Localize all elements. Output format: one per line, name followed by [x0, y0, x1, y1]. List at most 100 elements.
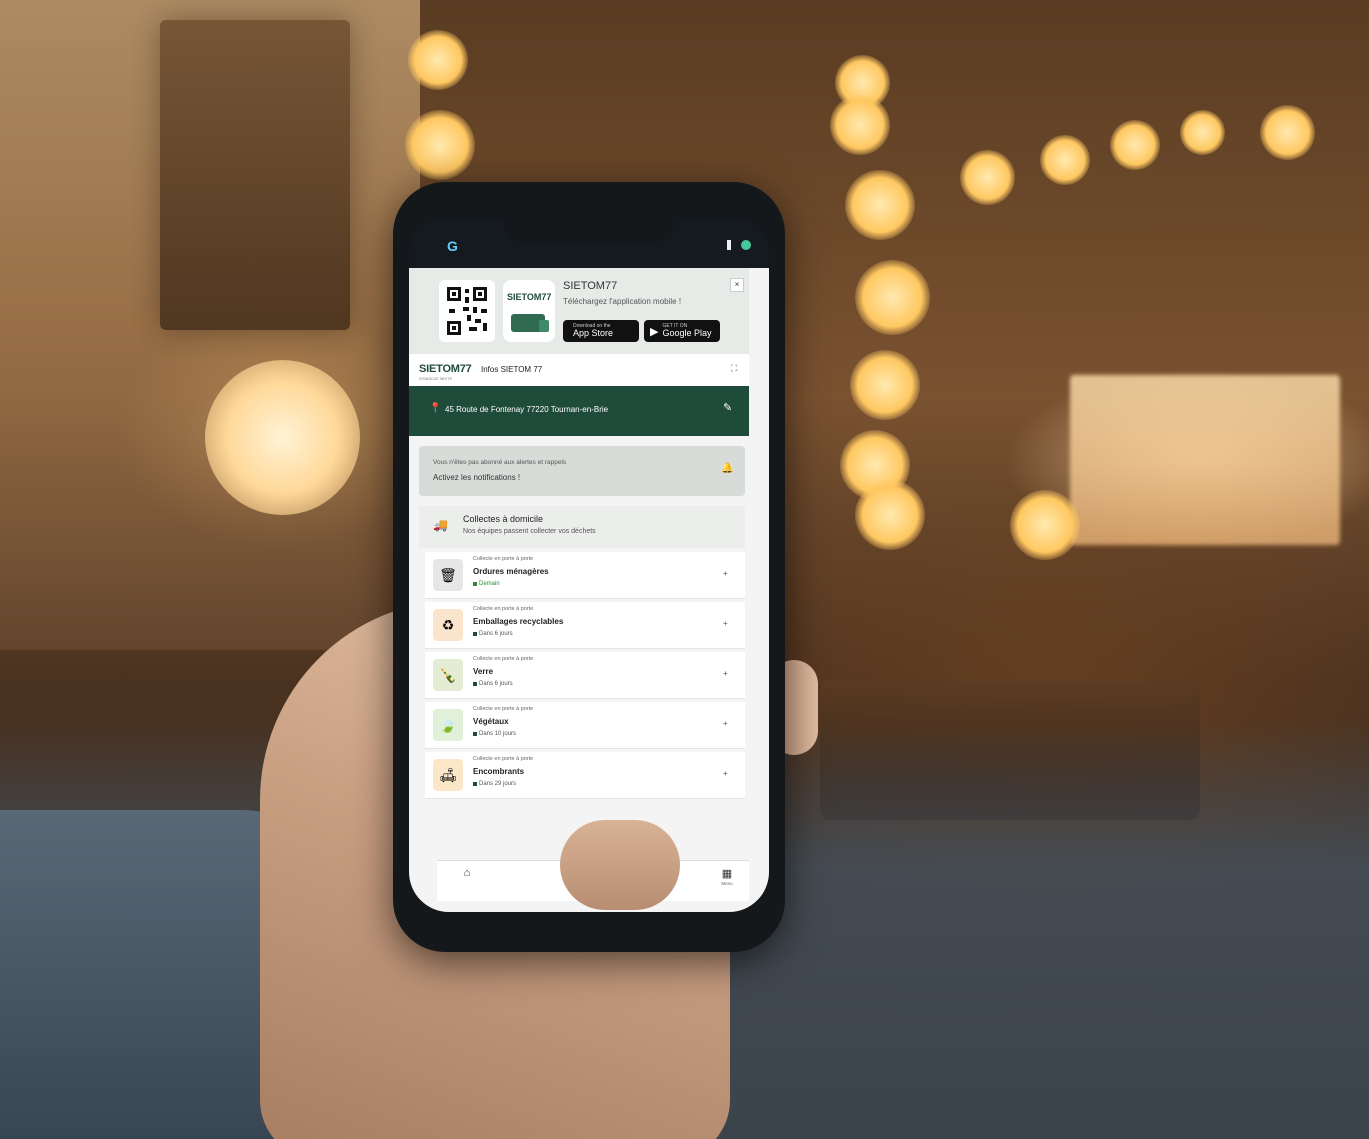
- collection-when: Dans 6 jours: [473, 631, 513, 637]
- collection-when-text: Demain: [479, 581, 500, 587]
- couch-icon: 🛋: [433, 759, 463, 791]
- status-bar: G: [409, 218, 769, 268]
- add-to-calendar-icon[interactable]: +: [723, 769, 728, 778]
- string-light: [850, 350, 920, 420]
- address-bar[interactable]: 📍 45 Route de Fontenay 77220 Tournan-en-…: [409, 386, 749, 436]
- string-light: [405, 110, 475, 180]
- brand-logo[interactable]: SIETOM77: [419, 363, 472, 375]
- collection-kicker: Collecte en porte à porte: [473, 706, 534, 712]
- status-square: [473, 732, 477, 736]
- phone-screen: G SIETOM77 SIETOM77 Téléchargez l'applic…: [409, 218, 769, 912]
- app-header: SIETOM77 SYNDICAT MIXTE Infos SIETOM 77 …: [409, 354, 749, 387]
- string-light: [855, 480, 925, 550]
- notification-prompt[interactable]: Vous n'êtes pas abonné aux alertes et ra…: [419, 446, 745, 496]
- app-store-label: Download on the App Store: [573, 324, 613, 338]
- status-app-icon: G: [447, 238, 458, 254]
- qr-code: [439, 280, 495, 342]
- collection-item[interactable]: 🗑 Collecte en porte à porte Ordures ménagè…: [425, 552, 745, 599]
- collection-when: Dans 6 jours: [473, 681, 513, 687]
- close-banner-button[interactable]: ×: [730, 278, 744, 292]
- add-to-calendar-icon[interactable]: +: [723, 669, 728, 678]
- section-title: Collectes à domicile: [463, 514, 544, 524]
- add-to-calendar-icon[interactable]: +: [723, 719, 728, 728]
- collection-when-text: Dans 10 jours: [479, 731, 517, 737]
- string-light: [845, 170, 915, 240]
- home-icon: ⌂: [463, 867, 471, 879]
- battery-icon: [727, 240, 731, 250]
- fullscreen-icon[interactable]: ⛶: [731, 363, 737, 374]
- string-light: [1010, 490, 1080, 560]
- collection-kicker: Collecte en porte à porte: [473, 656, 534, 662]
- app-download-banner: SIETOM77 SIETOM77 Téléchargez l'applicat…: [409, 268, 749, 354]
- google-play-button[interactable]: ▶ GET IT ON Google Play: [644, 320, 720, 342]
- app-viewport: SIETOM77 SIETOM77 Téléchargez l'applicat…: [409, 268, 769, 912]
- add-to-calendar-icon[interactable]: +: [723, 569, 728, 578]
- bell-icon[interactable]: 🔔: [721, 463, 733, 474]
- enable-notifications-link[interactable]: Activez les notifications !: [433, 473, 520, 482]
- add-to-calendar-icon[interactable]: +: [723, 619, 728, 628]
- google-play-big: Google Play: [662, 328, 712, 338]
- tab-menu-grid[interactable]: ▦ Menu: [707, 867, 747, 886]
- collection-kicker: Collecte en porte à porte: [473, 606, 534, 612]
- collection-title: Encombrants: [473, 767, 525, 776]
- collection-title: Végétaux: [473, 717, 509, 726]
- string-light: [408, 30, 468, 90]
- string-light: [1040, 135, 1090, 185]
- collection-when: Dans 29 jours: [473, 781, 516, 787]
- collection-title: Verre: [473, 667, 494, 676]
- status-square: [473, 682, 477, 686]
- collection-when: Dans 10 jours: [473, 731, 516, 737]
- section-subtitle: Nos équipes passent collecter vos déchet…: [463, 528, 596, 535]
- string-light: [1260, 105, 1315, 160]
- status-square: [473, 582, 477, 586]
- string-light: [1180, 110, 1225, 155]
- qr-code-icon: [445, 285, 489, 337]
- truck-icon: 🚚: [433, 518, 448, 532]
- status-square: [473, 632, 477, 636]
- wall-painting: [160, 20, 350, 330]
- banner-subtitle: Téléchargez l'application mobile !: [563, 297, 682, 306]
- recycle-icon: ♻: [433, 609, 463, 641]
- string-light: [960, 150, 1015, 205]
- collection-when-text: Dans 29 jours: [479, 781, 517, 787]
- notch: [504, 218, 674, 242]
- collection-item[interactable]: 🍃 Collecte en porte à porte Végétaux Dans 1…: [425, 702, 745, 749]
- banner-app-name: SIETOM77: [563, 280, 618, 292]
- menu-grid-icon: ▦: [721, 868, 733, 880]
- app-store-big: App Store: [573, 328, 614, 338]
- collection-item[interactable]: 🍾 Collecte en porte à porte Verre Dans 6 jo…: [425, 652, 745, 699]
- collection-title: Emballages recyclables: [473, 617, 564, 626]
- bottle-icon: 🍾: [433, 659, 463, 691]
- notification-message: Vous n'êtes pas abonné aux alertes et ra…: [433, 459, 567, 466]
- section-header: 🚚 Collectes à domicile Nos équipes passe…: [419, 506, 745, 548]
- status-square: [473, 782, 477, 786]
- google-play-label: GET IT ON Google Play: [662, 324, 711, 338]
- page-title: Infos SIETOM 77: [481, 365, 543, 374]
- tab-home[interactable]: ⌂: [447, 867, 487, 880]
- lamp: [205, 360, 360, 515]
- thumb: [560, 820, 680, 910]
- string-light: [1110, 120, 1160, 170]
- collection-when: Demain: [473, 581, 500, 587]
- tv: [1070, 375, 1340, 545]
- play-icon: ▶: [650, 325, 659, 338]
- string-light: [830, 95, 890, 155]
- collection-kicker: Collecte en porte à porte: [473, 756, 534, 762]
- trash-icon: 🗑: [433, 559, 463, 591]
- collection-when-text: Dans 6 jours: [479, 681, 513, 687]
- status-icons: [727, 240, 751, 250]
- app-icon-logo: SIETOM77: [507, 292, 552, 302]
- leaf-icon: 🍃: [433, 709, 463, 741]
- collection-when-text: Dans 6 jours: [479, 631, 513, 637]
- collection-title: Ordures ménagères: [473, 567, 549, 576]
- camera-dot-icon: [741, 240, 751, 250]
- edit-address-icon[interactable]: ✎: [723, 401, 732, 414]
- app-store-button[interactable]: Download on the App Store: [563, 320, 639, 342]
- address-text: 45 Route de Fontenay 77220 Tournan-en-Br…: [445, 405, 609, 414]
- brand-tagline: SYNDICAT MIXTE: [419, 376, 453, 381]
- app-icon[interactable]: SIETOM77: [503, 280, 555, 342]
- string-light: [855, 260, 930, 335]
- collection-kicker: Collecte en porte à porte: [473, 556, 534, 562]
- collection-item[interactable]: 🛋 Collecte en porte à porte Encombrants Dan…: [425, 752, 745, 799]
- collection-item[interactable]: ♻ Collecte en porte à porte Emballages rec…: [425, 602, 745, 649]
